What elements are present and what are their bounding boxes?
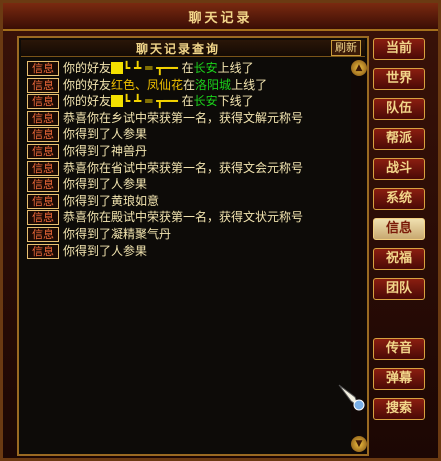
tab-current[interactable]: 当前	[373, 38, 425, 60]
tab-team[interactable]: 队伍	[373, 98, 425, 120]
message-text: 恭喜你在乡试中荣获第一名，获得文解元称号	[63, 110, 304, 125]
scroll-down-button[interactable]: ▼	[351, 436, 367, 452]
info-tag[interactable]: 信息	[27, 77, 59, 93]
danmaku-button[interactable]: 弹幕	[373, 368, 425, 390]
message-row: 信息 你的好友红色、凤仙花在洛阳城上线了	[27, 77, 349, 94]
message-row: 信息 你的好友 ┗ ┻ ═ ┳━━ 在长安下线了	[27, 93, 349, 110]
info-tag[interactable]: 信息	[27, 193, 59, 209]
message-text: 洛阳城	[195, 77, 232, 92]
message-row: 信息 恭喜你在省试中荣获第一名，获得文会元称号	[27, 160, 349, 177]
chat-panel: 聊天记录查询 刷新 信息 你的好友 ┗ ┻ ═ ┳━━ 在长安上线了 信息 你的好友红色…	[17, 36, 369, 456]
info-tag[interactable]: 信息	[27, 226, 59, 242]
message-row: 信息 恭喜你在殿试中荣获第一名，获得文状元称号	[27, 209, 349, 226]
message-text: 你得到了黄琅如意	[63, 193, 160, 208]
info-tag[interactable]: 信息	[27, 210, 59, 226]
message-text: 你得到了凝精聚气丹	[63, 226, 172, 241]
message-text: 恭喜你在殿试中荣获第一名，获得文状元称号	[63, 210, 304, 225]
info-tag[interactable]: 信息	[27, 110, 59, 126]
message-row: 信息 你得到了神兽丹	[27, 143, 349, 160]
refresh-button[interactable]: 刷新	[331, 40, 361, 56]
name-glyph-icon	[111, 95, 124, 108]
scroll-up-button[interactable]: ▲	[351, 60, 367, 76]
message-row: 信息 你得到了人参果	[27, 243, 349, 260]
info-tag[interactable]: 信息	[27, 143, 59, 159]
message-text: 你的好友	[63, 94, 112, 109]
message-text: 上线了	[231, 77, 268, 92]
message-text: ┗ ┻ ═ ┳━━	[123, 94, 182, 109]
message-text: 在	[181, 94, 194, 109]
message-text: 在	[181, 61, 194, 75]
title-bar[interactable]: 聊天记录	[3, 3, 438, 31]
transmit-button[interactable]: 传音	[373, 338, 425, 360]
message-text: 你得到了人参果	[63, 127, 148, 142]
message-list: 信息 你的好友 ┗ ┻ ═ ┳━━ 在长安上线了 信息 你的好友红色、凤仙花在洛阳城上线…	[27, 60, 349, 259]
message-text: 长安	[193, 94, 218, 109]
message-text: 长安	[193, 61, 218, 75]
message-text: 上线了	[217, 61, 254, 75]
channel-sidebar: 当前世界队伍帮派战斗系统信息祝福团队传音弹幕搜索	[371, 36, 438, 456]
message-row: 信息 你得到了人参果	[27, 176, 349, 193]
message-text: 恭喜你在省试中荣获第一名，获得文会元称号	[63, 160, 304, 175]
cursor-icon	[338, 384, 365, 411]
tab-battle[interactable]: 战斗	[373, 158, 425, 180]
message-text: 你的好友	[63, 77, 112, 92]
message-text: 你得到了神兽丹	[63, 143, 148, 158]
query-title: 聊天记录查询	[135, 42, 220, 56]
message-text: 在	[183, 77, 196, 92]
query-header: 聊天记录查询 刷新	[21, 40, 365, 57]
message-row: 信息 你得到了人参果	[27, 126, 349, 143]
window-title: 聊天记录	[188, 11, 253, 26]
info-tag[interactable]: 信息	[27, 61, 59, 76]
message-text: 下线了	[217, 94, 254, 109]
tab-guild[interactable]: 帮派	[373, 128, 425, 150]
message-text: 你的好友	[63, 61, 112, 75]
tab-group[interactable]: 团队	[373, 278, 425, 300]
tab-info[interactable]: 信息	[373, 218, 425, 240]
message-text: ┗ ┻ ═ ┳━━	[123, 61, 182, 75]
message-text: 红色、凤仙花	[111, 77, 184, 92]
name-glyph-icon	[111, 62, 124, 74]
message-row: 信息 恭喜你在乡试中荣获第一名，获得文解元称号	[27, 110, 349, 127]
info-tag[interactable]: 信息	[27, 160, 59, 176]
tab-system[interactable]: 系统	[373, 188, 425, 210]
info-tag[interactable]: 信息	[27, 243, 59, 259]
message-row: 信息 你的好友 ┗ ┻ ═ ┳━━ 在长安上线了	[27, 60, 349, 77]
message-text: 你得到了人参果	[63, 177, 148, 192]
message-text: 你得到了人参果	[63, 243, 148, 258]
tab-world[interactable]: 世界	[373, 68, 425, 90]
info-tag[interactable]: 信息	[27, 177, 59, 193]
message-row: 信息 你得到了凝精聚气丹	[27, 226, 349, 243]
tab-blessing[interactable]: 祝福	[373, 248, 425, 270]
info-tag[interactable]: 信息	[27, 94, 59, 110]
chat-log-window: 聊天记录 聊天记录查询 刷新 信息 你的好友 ┗ ┻ ═ ┳━━ 在长安上线了 信息你…	[0, 0, 441, 461]
info-tag[interactable]: 信息	[27, 127, 59, 143]
search-button[interactable]: 搜索	[373, 398, 425, 420]
message-row: 信息 你得到了黄琅如意	[27, 193, 349, 210]
